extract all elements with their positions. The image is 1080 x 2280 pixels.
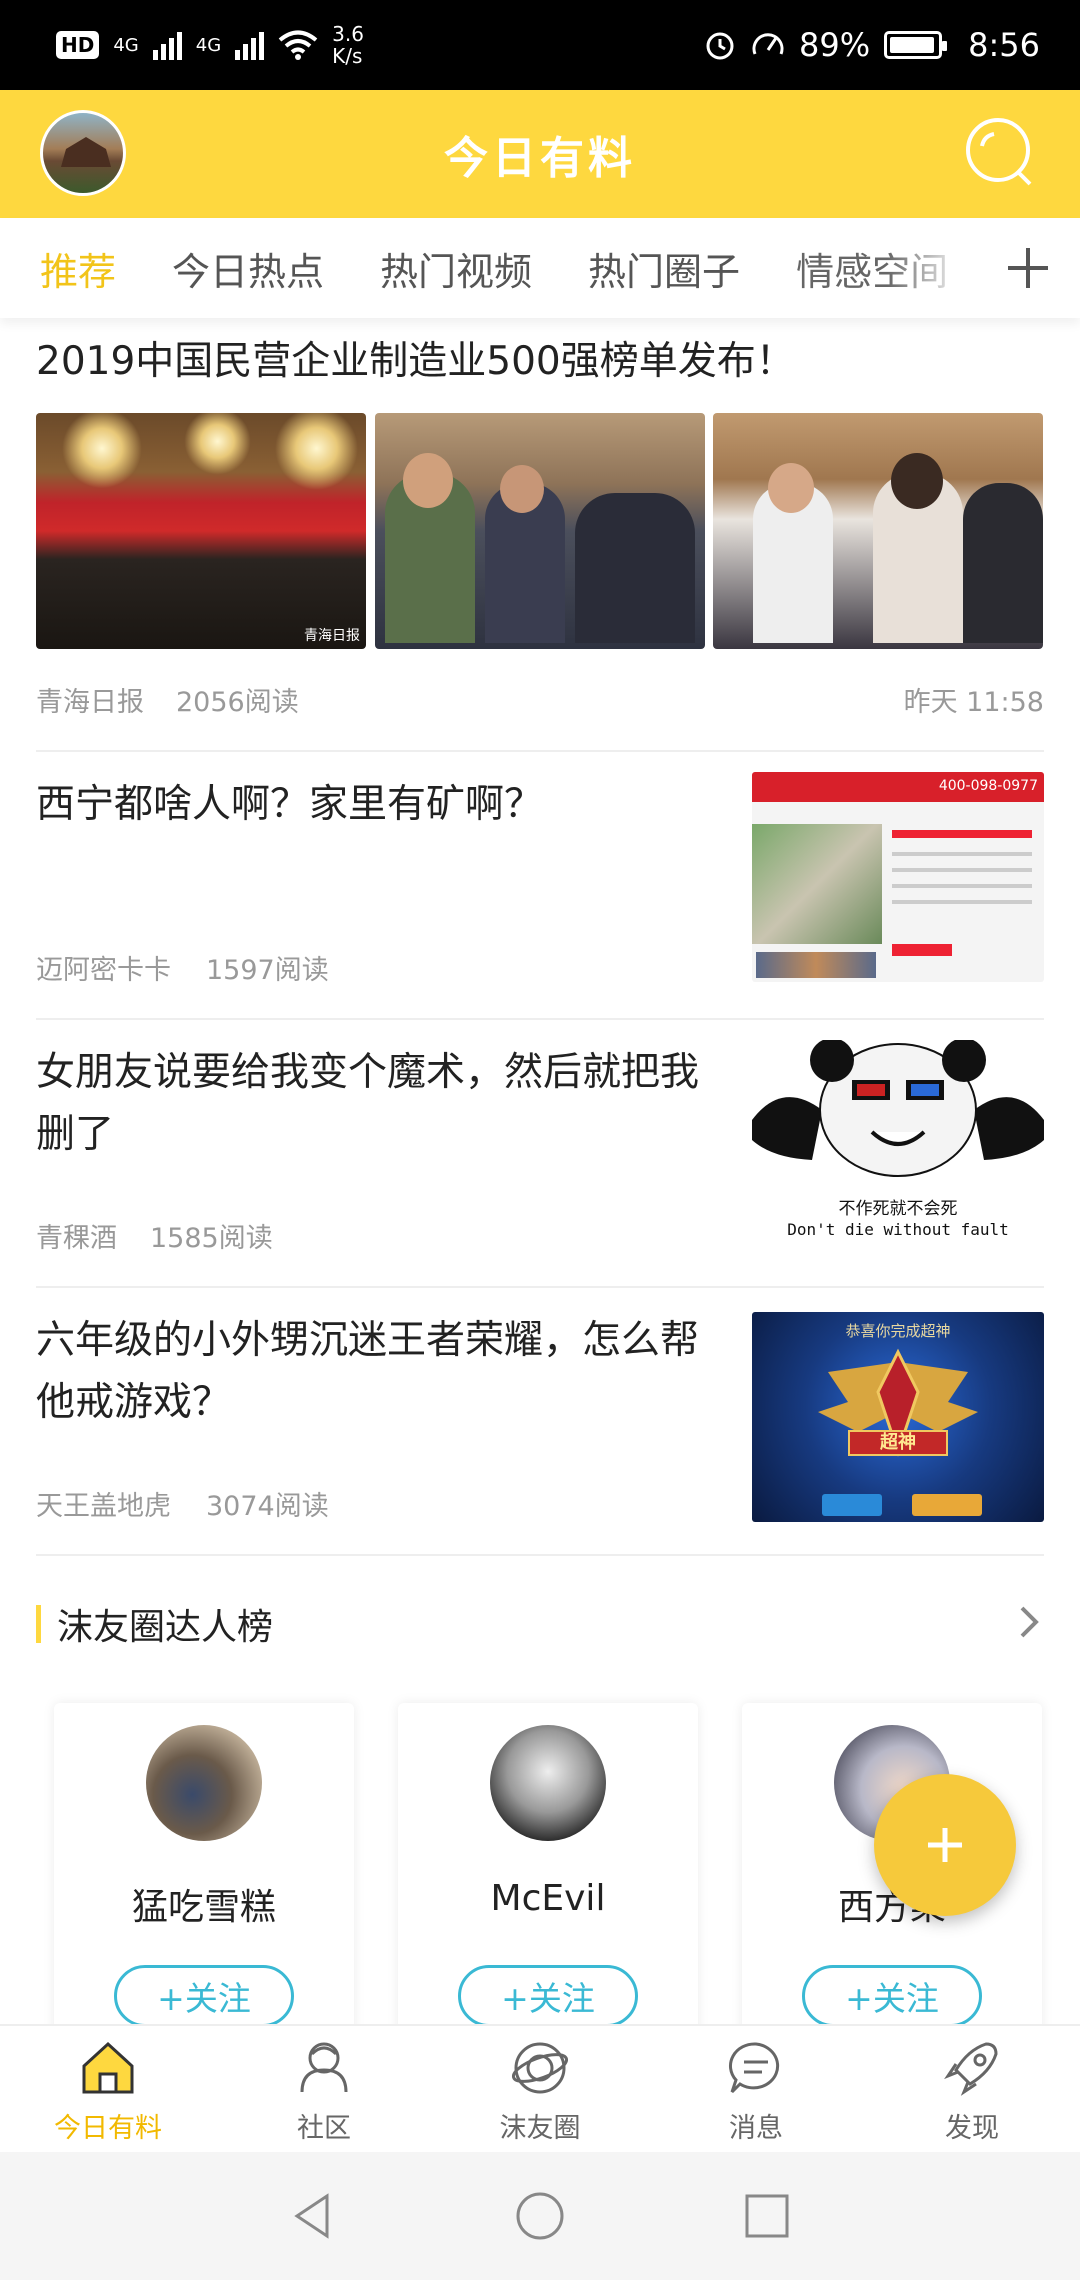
follow-button[interactable]: +关注 bbox=[802, 1965, 982, 2027]
thumbnail-phone: 400-098-0977 bbox=[938, 778, 1038, 794]
avatar bbox=[490, 1725, 606, 1841]
user-card[interactable]: 猛吃雪糕 +关注 bbox=[54, 1703, 354, 2043]
article-title[interactable]: 六年级的小外甥沉迷王者荣耀，怎么帮他戒游戏？ bbox=[36, 1310, 716, 1434]
sim1-label: 4G bbox=[113, 34, 139, 56]
tab-hot-today[interactable]: 今日热点 bbox=[172, 241, 324, 296]
alarm-icon bbox=[706, 32, 734, 60]
article-reads: 3074阅读 bbox=[206, 1491, 329, 1522]
article-title[interactable]: 西宁都啥人啊？家里有矿啊？ bbox=[36, 774, 716, 836]
nav-discover[interactable]: 发现 bbox=[864, 2026, 1080, 2152]
article-thumbnail[interactable]: 400-098-0977 bbox=[752, 772, 1044, 982]
battery-icon bbox=[884, 31, 948, 59]
tab-hot-circle[interactable]: 热门圈子 bbox=[588, 241, 740, 296]
sim2-label: 4G bbox=[195, 34, 222, 56]
add-tab-icon[interactable] bbox=[1000, 240, 1056, 296]
article-thumbnail[interactable]: 恭喜你完成超神 超神 bbox=[752, 1312, 1044, 1522]
article-image[interactable]: 青海日报 bbox=[36, 413, 366, 649]
article-thumbnail[interactable]: 不作死就不会死 Don't die without fault bbox=[752, 1040, 1044, 1250]
divider bbox=[36, 1286, 1044, 1288]
follow-button[interactable]: +关注 bbox=[114, 1965, 294, 2027]
bottom-nav: 今日有料 社区 沫友圈 消息 发现 bbox=[0, 2024, 1080, 2152]
rocket-icon bbox=[944, 2042, 998, 2096]
chevron-right-icon[interactable] bbox=[1014, 1602, 1044, 1642]
article-image[interactable] bbox=[375, 413, 705, 649]
plus-icon bbox=[928, 1828, 962, 1862]
hd-badge: HD bbox=[56, 31, 100, 59]
create-post-button[interactable] bbox=[874, 1774, 1016, 1916]
panda-meme-image bbox=[752, 1040, 1044, 1177]
nav-label: 今日有料 bbox=[54, 2113, 162, 2144]
user-name: McEvil bbox=[490, 1878, 606, 1919]
signal-icon bbox=[235, 30, 265, 60]
user-avatar[interactable] bbox=[40, 110, 126, 196]
article-source: 青海日报 bbox=[36, 687, 144, 718]
app-header: 今日有料 bbox=[0, 90, 1080, 218]
home-circle-icon[interactable] bbox=[514, 2190, 566, 2242]
article-reads: 2056阅读 bbox=[176, 687, 299, 718]
section-title: 沫友圈达人榜 bbox=[57, 1607, 274, 1648]
back-icon[interactable] bbox=[287, 2190, 339, 2242]
user-name: 猛吃雪糕 bbox=[131, 1887, 276, 1928]
category-tabs: 推荐 今日热点 热门视频 热门圈子 情感空间 bbox=[0, 218, 1080, 318]
section-accent-bar bbox=[36, 1605, 41, 1643]
game-banner-text: 恭喜你完成超神 bbox=[845, 1322, 951, 1340]
article-title[interactable]: 2019中国民营企业制造业500强榜单发布！ bbox=[36, 330, 795, 386]
article-source: 天王盖地虎 bbox=[36, 1491, 171, 1522]
nav-friends-circle[interactable]: 沫友圈 bbox=[432, 2026, 648, 2152]
status-bar: HD 4G 4G 3.6 K/s 89% 8:56 bbox=[0, 0, 1080, 90]
community-icon bbox=[300, 2042, 348, 2093]
article-source: 迈阿密卡卡 bbox=[36, 955, 171, 986]
nav-community[interactable]: 社区 bbox=[216, 2026, 432, 2152]
nav-label: 发现 bbox=[945, 2113, 999, 2144]
tab-recommend[interactable]: 推荐 bbox=[40, 241, 116, 296]
signal-icon bbox=[152, 30, 182, 60]
speedometer-icon bbox=[752, 33, 784, 55]
article-time: 昨天 11:58 bbox=[903, 687, 1044, 718]
net-speed: 3.6 K/s bbox=[332, 22, 364, 68]
article-reads: 1585阅读 bbox=[150, 1223, 273, 1254]
article-reads: 1597阅读 bbox=[206, 955, 329, 986]
section-header: 沫友圈达人榜 bbox=[36, 1598, 273, 1650]
clock: 8:56 bbox=[968, 26, 1040, 64]
nav-label: 消息 bbox=[729, 2113, 783, 2144]
divider bbox=[36, 750, 1044, 752]
game-badge: 超神 bbox=[848, 1430, 948, 1456]
wifi-icon bbox=[278, 30, 318, 60]
avatar bbox=[146, 1725, 262, 1841]
tab-emotion[interactable]: 情感空间 bbox=[796, 241, 948, 296]
planet-icon bbox=[511, 2042, 569, 2094]
home-icon bbox=[82, 2041, 134, 2094]
divider bbox=[36, 1554, 1044, 1556]
search-icon[interactable] bbox=[960, 112, 1040, 192]
nav-label: 社区 bbox=[297, 2113, 351, 2144]
image-watermark: 青海日报 bbox=[304, 628, 360, 644]
divider bbox=[36, 1018, 1044, 1020]
nav-today[interactable]: 今日有料 bbox=[0, 2026, 216, 2152]
page-title: 今日有料 bbox=[444, 133, 636, 184]
nav-label: 沫友圈 bbox=[499, 2113, 581, 2144]
meme-caption-en: Don't die without fault bbox=[787, 1220, 1009, 1239]
article-image[interactable] bbox=[713, 413, 1043, 649]
nav-messages[interactable]: 消息 bbox=[648, 2026, 864, 2152]
follow-button[interactable]: +关注 bbox=[458, 1965, 638, 2027]
system-nav-bar bbox=[0, 2152, 1080, 2280]
tab-hot-video[interactable]: 热门视频 bbox=[380, 241, 532, 296]
user-card[interactable]: McEvil +关注 bbox=[398, 1703, 698, 2043]
message-icon bbox=[728, 2042, 780, 2094]
article-source: 青稞酒 bbox=[36, 1223, 117, 1254]
recents-icon[interactable] bbox=[741, 2190, 793, 2242]
battery-percent: 89% bbox=[799, 26, 871, 64]
meme-caption-cn: 不作死就不会死 bbox=[838, 1199, 958, 1219]
article-title[interactable]: 女朋友说要给我变个魔术，然后就把我删了 bbox=[36, 1042, 716, 1166]
